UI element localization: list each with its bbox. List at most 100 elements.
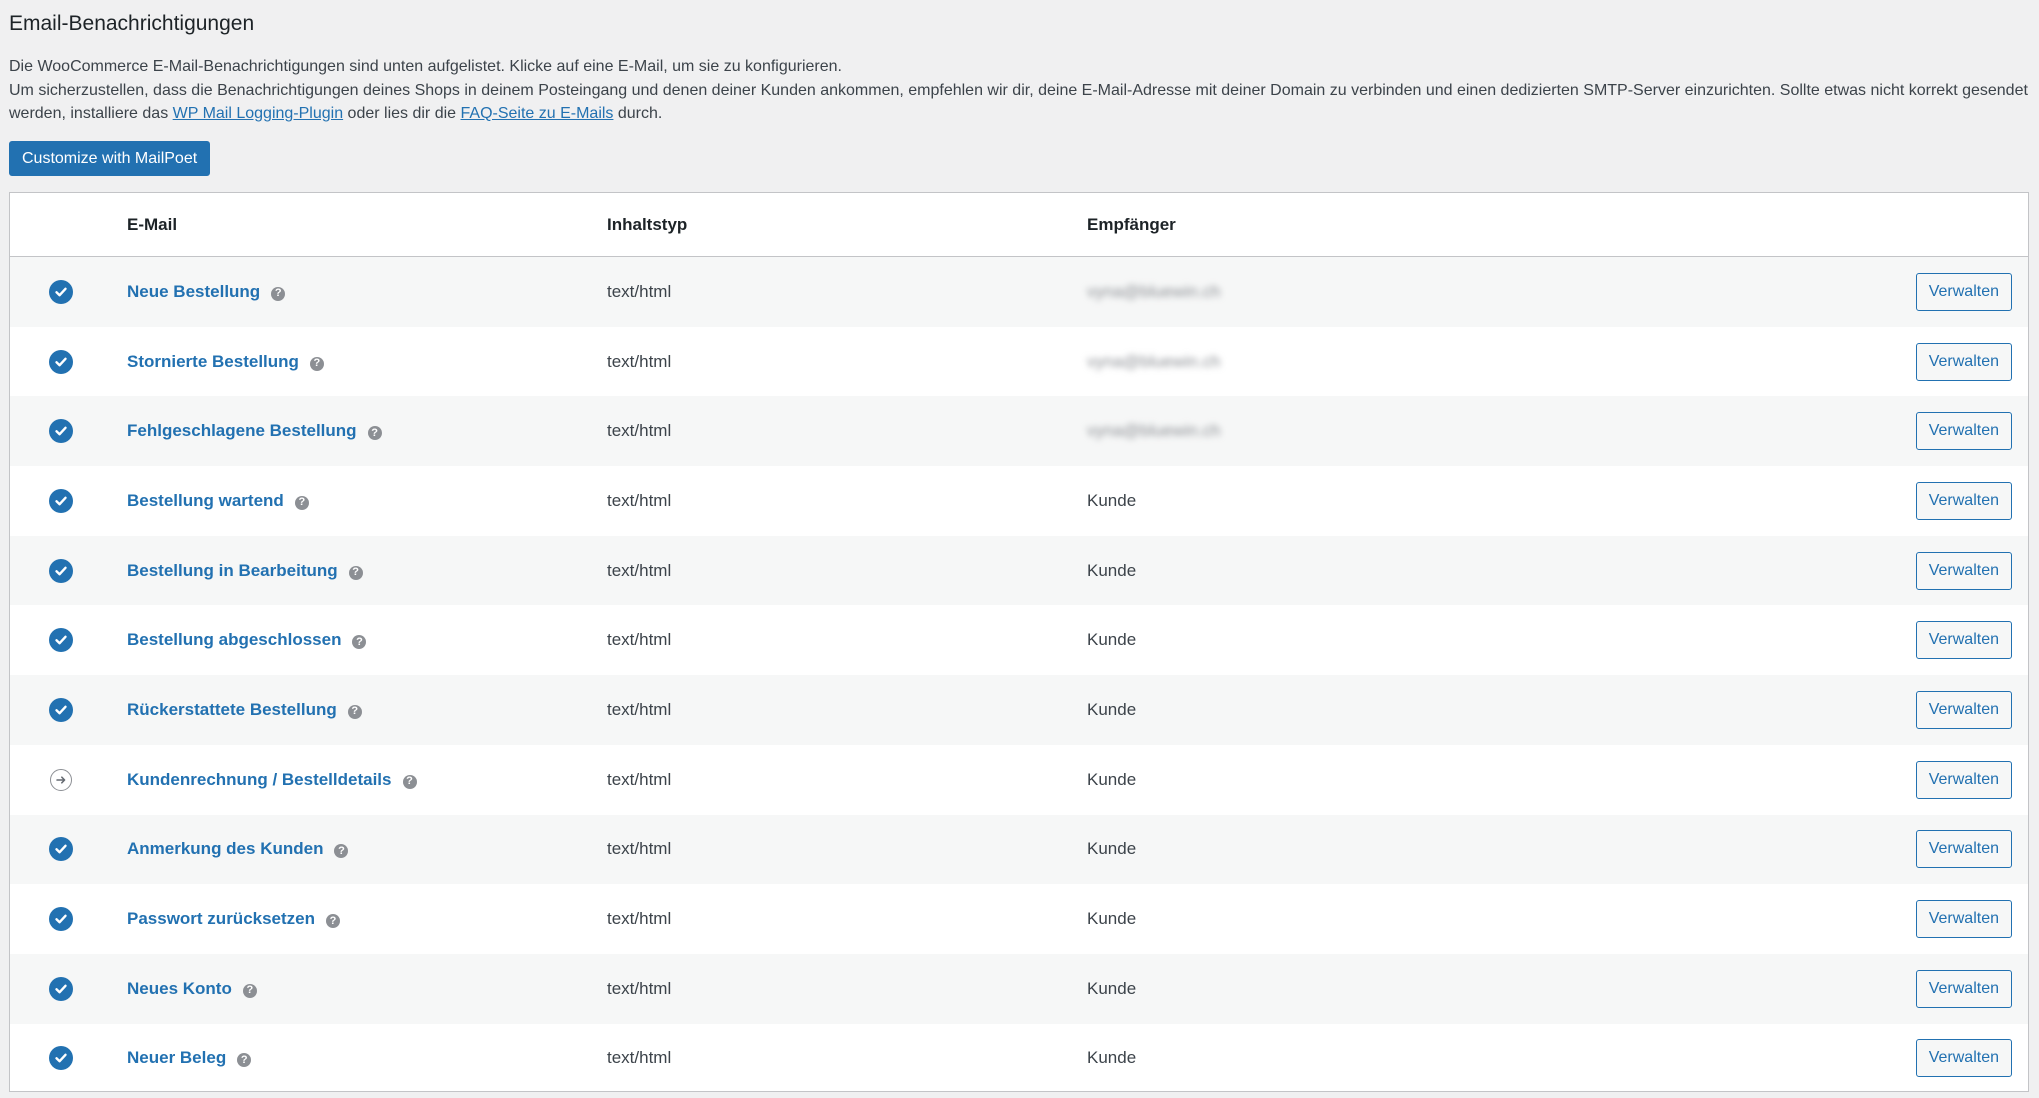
help-tip-icon[interactable]: ?: [237, 1053, 252, 1068]
status-cell: [48, 327, 74, 397]
column-header-recipient: Empfänger: [1087, 215, 1176, 234]
email-name-link[interactable]: Bestellung abgeschlossen: [127, 630, 341, 650]
content-type-cell: text/html: [607, 421, 672, 441]
action-cell: Verwalten: [1915, 815, 2012, 885]
content-type-cell: text/html: [607, 769, 672, 789]
recipient-value: vyna@bluewin.ch: [1087, 351, 1221, 371]
help-tip-icon[interactable]: ?: [309, 356, 324, 371]
action-cell: Verwalten: [1915, 396, 2012, 466]
recipient-value: Kunde: [1087, 699, 1137, 719]
email-name-cell: Rückerstattete Bestellung?: [127, 675, 362, 745]
manage-button[interactable]: Verwalten: [1915, 412, 2012, 451]
table-row: Passwort zurücksetzen? text/html Kunde Verw…: [10, 884, 2028, 954]
email-name-link[interactable]: Kundenrechnung / Bestelldetails: [127, 770, 392, 790]
manage-button[interactable]: Verwalten: [1915, 551, 2012, 590]
recipient-value: Kunde: [1087, 839, 1137, 859]
check-circle-icon: [49, 558, 73, 583]
column-header-email: E-Mail: [127, 215, 178, 234]
manage-button[interactable]: Verwalten: [1915, 969, 2012, 1008]
email-name-link[interactable]: Bestellung wartend: [127, 491, 284, 511]
action-cell: Verwalten: [1915, 954, 2012, 1024]
manage-button[interactable]: Verwalten: [1915, 1039, 2012, 1078]
email-name-link[interactable]: Passwort zurücksetzen: [127, 909, 315, 929]
recipient-cell: Kunde: [1087, 466, 1136, 536]
table-row: Rückerstattete Bestellung? text/html Kunde…: [10, 675, 2028, 745]
status-cell: [48, 815, 74, 885]
action-cell: Verwalten: [1915, 884, 2012, 954]
help-tip-icon[interactable]: ?: [352, 635, 367, 650]
action-cell: Verwalten: [1915, 327, 2012, 397]
manage-button[interactable]: Verwalten: [1915, 830, 2012, 869]
manage-button[interactable]: Verwalten: [1915, 900, 2012, 939]
help-tip-icon[interactable]: ?: [348, 565, 363, 580]
check-circle-icon: [49, 349, 73, 374]
manage-button[interactable]: Verwalten: [1915, 760, 2012, 799]
content-type-cell: text/html: [607, 560, 672, 580]
email-name-link[interactable]: Neuer Beleg: [127, 1048, 226, 1068]
check-circle-icon: [49, 837, 73, 862]
status-cell: [48, 884, 74, 954]
faq-emails-link[interactable]: FAQ-Seite zu E-Mails: [461, 105, 614, 122]
check-circle-icon: [49, 1046, 73, 1071]
recipient-value: Kunde: [1087, 909, 1137, 929]
help-tip-icon[interactable]: ?: [347, 704, 362, 719]
table-row: Neue Bestellung? text/html vyna@bluewin.ch…: [10, 257, 2028, 327]
email-name-link[interactable]: Bestellung in Bearbeitung: [127, 561, 338, 581]
content-type-cell: text/html: [607, 1048, 672, 1068]
recipient-value: Kunde: [1087, 490, 1137, 510]
email-name-cell: Anmerkung des Kunden?: [127, 815, 349, 885]
manage-button[interactable]: Verwalten: [1915, 272, 2012, 311]
email-name-link[interactable]: Rückerstattete Bestellung: [127, 700, 337, 720]
recipient-cell: Kunde: [1087, 1024, 1137, 1091]
check-circle-icon: [49, 976, 73, 1001]
check-circle-icon: [49, 628, 73, 653]
help-tip-icon[interactable]: ?: [334, 844, 349, 859]
email-name-link[interactable]: Neue Bestellung: [127, 282, 260, 302]
help-tip-icon[interactable]: ?: [271, 286, 286, 301]
page-title: Email-Benachrichtigungen: [9, 12, 255, 35]
recipient-cell: Kunde: [1087, 536, 1136, 606]
table-row: Bestellung in Bearbeitung? text/html Kunde…: [10, 535, 2028, 606]
recipient-cell: vyna@bluewin.ch: [1087, 327, 1221, 397]
recipient-value: Kunde: [1087, 978, 1137, 998]
recipient-value: Kunde: [1087, 1048, 1137, 1068]
table-row: Bestellung abgeschlossen? text/html Kunde V…: [10, 605, 2028, 676]
help-tip-icon[interactable]: ?: [326, 914, 341, 929]
help-tip-icon[interactable]: ?: [242, 983, 257, 998]
manage-button[interactable]: Verwalten: [1915, 690, 2012, 729]
content-type-cell: text/html: [607, 978, 672, 998]
help-tip-icon[interactable]: ?: [402, 774, 417, 789]
email-name-link[interactable]: Anmerkung des Kunden: [127, 839, 323, 859]
action-cell: Verwalten: [1915, 605, 2012, 675]
recipient-value: Kunde: [1087, 630, 1137, 650]
recipient-value: Kunde: [1087, 769, 1137, 789]
recipient-cell: Kunde: [1087, 884, 1136, 954]
email-name-cell: Neuer Beleg?: [127, 1024, 252, 1091]
action-cell: Verwalten: [1915, 536, 2012, 606]
recipient-value: vyna@bluewin.ch: [1087, 421, 1221, 441]
email-name-cell: Bestellung abgeschlossen?: [127, 605, 367, 675]
status-cell: [48, 466, 74, 536]
email-name-link[interactable]: Stornierte Bestellung: [127, 352, 299, 372]
content-type-cell: text/html: [607, 630, 672, 650]
email-name-cell: Stornierte Bestellung?: [127, 327, 324, 397]
content-type-cell: text/html: [607, 839, 672, 859]
check-circle-icon: [49, 488, 73, 513]
wp-mail-logging-link[interactable]: WP Mail Logging-Plugin: [173, 105, 343, 122]
email-name-link[interactable]: Fehlgeschlagene Bestellung: [127, 421, 357, 441]
table-row: Anmerkung des Kunden? text/html Kunde Verwa…: [10, 814, 2028, 885]
recipient-value: Kunde: [1087, 560, 1137, 580]
manage-button[interactable]: Verwalten: [1915, 342, 2012, 381]
description-text-part-3: durch.: [613, 105, 663, 122]
table-body: Neue Bestellung? text/html vyna@bluewin.ch…: [10, 257, 2028, 1091]
help-tip-icon[interactable]: ?: [367, 426, 382, 441]
email-name-link[interactable]: Neues Konto: [127, 979, 232, 999]
customize-with-mailpoet-button[interactable]: Customize with MailPoet: [9, 141, 211, 176]
status-cell: [48, 605, 74, 675]
help-tip-icon[interactable]: ?: [294, 495, 309, 510]
manage-button[interactable]: Verwalten: [1915, 481, 2012, 520]
manage-button[interactable]: Verwalten: [1915, 621, 2012, 660]
description-line-1: Die WooCommerce E-Mail-Benachrichtigunge…: [9, 58, 842, 75]
status-cell: [48, 1024, 74, 1091]
recipient-cell: vyna@bluewin.ch: [1087, 257, 1221, 327]
